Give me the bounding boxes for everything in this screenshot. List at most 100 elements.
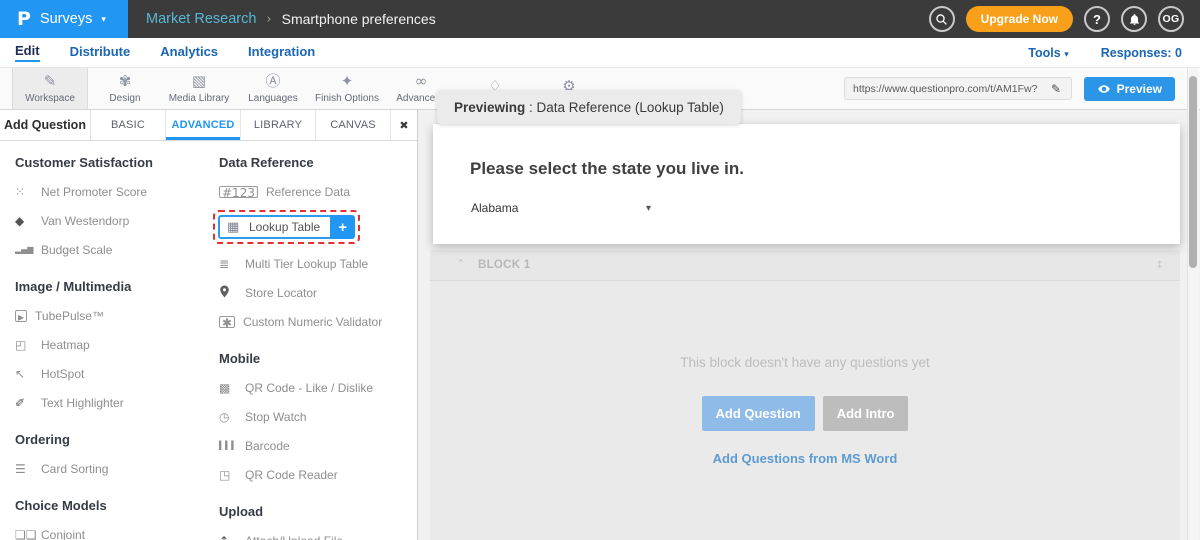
question-type-van-westendorp[interactable]: ◆ Van Westendorp	[15, 206, 205, 235]
preview-button[interactable]: Preview	[1084, 77, 1175, 101]
question-type-conjoint[interactable]: ❏❏ Conjoint	[15, 520, 205, 540]
translate-icon: Ⓐ	[265, 74, 280, 90]
breadcrumb-folder-link[interactable]: Market Research	[146, 11, 256, 27]
toolbar-media-library-button[interactable]: ▧ Media Library	[162, 68, 236, 109]
section-customer-satisfaction: Customer Satisfaction	[15, 155, 205, 170]
top-header: P Surveys ▾ Market Research › Smartphone…	[0, 0, 1200, 38]
edit-url-pencil-icon[interactable]: ✎	[1051, 82, 1061, 96]
cursor-icon: ↖	[15, 368, 41, 380]
add-intro-button[interactable]: Add Intro	[823, 396, 909, 431]
user-avatar[interactable]: OG	[1158, 6, 1184, 32]
tab-edit[interactable]: Edit	[15, 43, 40, 62]
lookup-table-chip[interactable]: ▦ Lookup Table	[218, 215, 330, 239]
survey-url-field[interactable]	[851, 82, 1051, 96]
search-button[interactable]	[929, 6, 955, 32]
stacked-drawers-icon: ≣	[219, 258, 245, 270]
toolbar-design-button[interactable]: ✾ Design	[88, 68, 162, 109]
qr-code-icon: ▩	[219, 382, 245, 394]
tools-menu[interactable]: Tools ▾	[1028, 46, 1068, 60]
lookup-table-icon: ▦	[227, 221, 249, 234]
block-drag-icon[interactable]: ↕	[1156, 260, 1164, 271]
responses-count[interactable]: Responses: 0	[1101, 46, 1182, 60]
reference-data-icon: #123	[219, 186, 258, 198]
numbered-list-icon: ☰	[15, 463, 41, 475]
question-type-barcode[interactable]: ▍▍▍ Barcode	[219, 431, 417, 460]
panel-tab-library[interactable]: LIBRARY	[241, 110, 316, 140]
panel-tab-canvas[interactable]: CANVAS	[316, 110, 391, 140]
empty-block-message: This block doesn't have any questions ye…	[680, 355, 929, 370]
panel-column-2: Data Reference #123 Reference Data ▦ Loo…	[205, 141, 417, 540]
question-type-reference-data[interactable]: #123 Reference Data	[219, 177, 417, 206]
tab-distribute[interactable]: Distribute	[70, 44, 131, 61]
vertical-scrollbar[interactable]	[1187, 68, 1199, 540]
panel-tab-advanced[interactable]: ADVANCED	[166, 110, 241, 140]
survey-url-field-wrap: ✎	[844, 77, 1072, 100]
section-ordering: Ordering	[15, 432, 205, 447]
price-tag-icon: ◆	[15, 215, 41, 227]
question-type-attach-upload-file[interactable]: ↥ Attach/Upload File	[219, 526, 417, 540]
block-header[interactable]: ˄ BLOCK 1 ↕	[430, 250, 1180, 281]
tab-analytics[interactable]: Analytics	[160, 44, 218, 61]
question-type-heatmap[interactable]: ◰ Heatmap	[15, 330, 205, 359]
bar-chart-icon: ▂▄▆	[15, 246, 41, 254]
breadcrumb: Market Research › Smartphone preferences	[146, 11, 436, 27]
question-type-multi-tier-lookup-table[interactable]: ≣ Multi Tier Lookup Table	[219, 249, 417, 278]
chain-link-icon: ∞	[415, 74, 428, 90]
lookup-table-highlight[interactable]: ▦ Lookup Table +	[213, 210, 360, 244]
state-dropdown[interactable]: Alabama ▾	[471, 201, 651, 215]
toolbar-finish-options-button[interactable]: ✦ Finish Options	[310, 68, 384, 109]
collapse-block-icon[interactable]: ˄	[458, 258, 464, 272]
question-type-custom-numeric-validator[interactable]: ✱ Custom Numeric Validator	[219, 307, 417, 336]
question-type-hotspot[interactable]: ↖ HotSpot	[15, 359, 205, 388]
close-panel-icon[interactable]: ✖	[391, 110, 417, 140]
preview-question-text: Please select the state you live in.	[470, 159, 744, 179]
scrollbar-thumb[interactable]	[1189, 76, 1197, 268]
section-upload: Upload	[219, 504, 417, 519]
surveys-menu[interactable]: P Surveys ▾	[0, 0, 128, 38]
question-type-card-sorting[interactable]: ☰ Card Sorting	[15, 454, 205, 483]
heatmap-icon: ◰	[15, 339, 41, 351]
eye-icon	[1097, 82, 1111, 96]
upload-icon: ↥	[219, 535, 245, 540]
question-type-net-promoter-score[interactable]: ⁙ Net Promoter Score	[15, 177, 205, 206]
question-type-stop-watch[interactable]: ◷ Stop Watch	[219, 402, 417, 431]
chevron-down-icon: ▾	[646, 203, 651, 214]
marker-pen-icon: ✐	[15, 397, 41, 409]
nps-scale-icon: ⁙	[15, 186, 41, 198]
numeric-validator-icon: ✱	[219, 316, 235, 328]
question-type-store-locator[interactable]: Store Locator	[219, 278, 417, 307]
question-type-budget-scale[interactable]: ▂▄▆ Budget Scale	[15, 235, 205, 264]
add-lookup-table-button[interactable]: +	[330, 215, 355, 239]
panel-tab-bar: Add Question BASIC ADVANCED LIBRARY CANV…	[0, 110, 417, 141]
toolbar-languages-button[interactable]: Ⓐ Languages	[236, 68, 310, 109]
add-question-panel: Add Question BASIC ADVANCED LIBRARY CANV…	[0, 110, 418, 540]
panel-title: Add Question	[0, 110, 91, 140]
header-actions: Upgrade Now ? OG	[929, 0, 1184, 38]
block-body: This block doesn't have any questions ye…	[430, 281, 1180, 540]
dropdown-selected-value: Alabama	[471, 201, 518, 215]
map-pin-icon	[219, 285, 245, 300]
section-data-reference: Data Reference	[219, 155, 417, 170]
panel-tab-basic[interactable]: BASIC	[91, 110, 166, 140]
add-questions-from-ms-word-link[interactable]: Add Questions from MS Word	[713, 451, 898, 466]
question-type-tubepulse[interactable]: ▸ TubePulse™	[15, 301, 205, 330]
section-choice-models: Choice Models	[15, 498, 205, 513]
help-button[interactable]: ?	[1084, 6, 1110, 32]
chevron-down-icon: ▾	[1064, 50, 1069, 60]
add-question-button[interactable]: Add Question	[702, 396, 815, 431]
barcode-icon: ▍▍▍	[219, 442, 245, 450]
chevron-down-icon: ▾	[101, 15, 106, 25]
question-type-text-highlighter[interactable]: ✐ Text Highlighter	[15, 388, 205, 417]
panel-body: Customer Satisfaction ⁙ Net Promoter Sco…	[0, 141, 417, 540]
upgrade-now-button[interactable]: Upgrade Now	[966, 6, 1073, 32]
question-type-lookup-table[interactable]: ▦ Lookup Table +	[213, 208, 417, 246]
breadcrumb-survey-name: Smartphone preferences	[282, 11, 436, 27]
toolbar-workspace-button[interactable]: ✎ Workspace	[12, 68, 88, 109]
breadcrumb-separator: ›	[266, 12, 271, 27]
notifications-button[interactable]	[1121, 6, 1147, 32]
tab-integration[interactable]: Integration	[248, 44, 315, 61]
question-type-qr-like-dislike[interactable]: ▩ QR Code - Like / Dislike	[219, 373, 417, 402]
block-actions: Add Question Add Intro	[702, 396, 909, 431]
question-type-qr-code-reader[interactable]: ◳ QR Code Reader	[219, 460, 417, 489]
survey-builder-app: P Surveys ▾ Market Research › Smartphone…	[0, 0, 1200, 540]
